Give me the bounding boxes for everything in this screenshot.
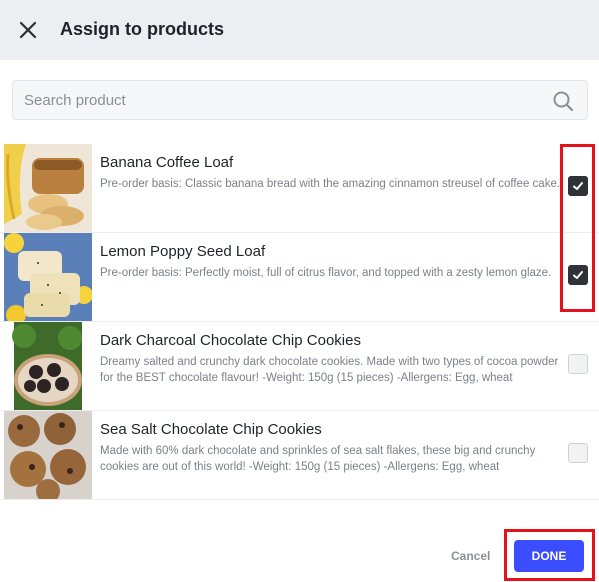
product-name: Dark Charcoal Chocolate Chip Cookies [100, 332, 361, 349]
product-checkbox[interactable] [568, 443, 588, 463]
search-box[interactable] [12, 80, 588, 120]
product-description: Pre-order basis: Classic banana bread wi… [100, 178, 561, 190]
product-row[interactable]: Lemon Poppy Seed Loaf Pre-order basis: P… [0, 233, 599, 322]
done-button[interactable]: DONE [514, 540, 584, 572]
checkmark-icon [573, 271, 583, 279]
product-name: Sea Salt Chocolate Chip Cookies [100, 421, 322, 438]
dialog-title: Assign to products [60, 19, 225, 39]
product-name: Banana Coffee Loaf [100, 154, 234, 171]
product-checkbox[interactable] [568, 176, 588, 196]
checkmark-icon [573, 182, 583, 190]
close-button[interactable] [16, 18, 40, 42]
product-row[interactable]: Dark Charcoal Chocolate Chip Cookies Dre… [0, 322, 599, 411]
product-description: Pre-order basis: Perfectly moist, full o… [100, 267, 552, 279]
product-name: Lemon Poppy Seed Loaf [100, 243, 266, 260]
product-row[interactable]: Sea Salt Chocolate Chip Cookies Made wit… [0, 411, 599, 500]
cancel-button[interactable]: Cancel [451, 549, 490, 563]
search-icon[interactable] [552, 90, 574, 112]
search-input[interactable] [13, 81, 543, 119]
product-description: Made with 60% dark chocolate and sprinkl… [100, 445, 536, 473]
product-image [4, 233, 92, 321]
product-checkbox[interactable] [568, 265, 588, 285]
product-image [4, 411, 92, 499]
dialog-header: Assign to products [0, 0, 599, 60]
close-icon [19, 21, 37, 39]
product-row[interactable]: Banana Coffee Loaf Pre-order basis: Clas… [0, 144, 599, 233]
product-description: Dreamy salted and crunchy dark chocolate… [100, 356, 559, 384]
product-image [4, 144, 92, 232]
product-image [4, 322, 92, 410]
product-list: Banana Coffee Loaf Pre-order basis: Clas… [0, 144, 599, 500]
product-checkbox[interactable] [568, 354, 588, 374]
